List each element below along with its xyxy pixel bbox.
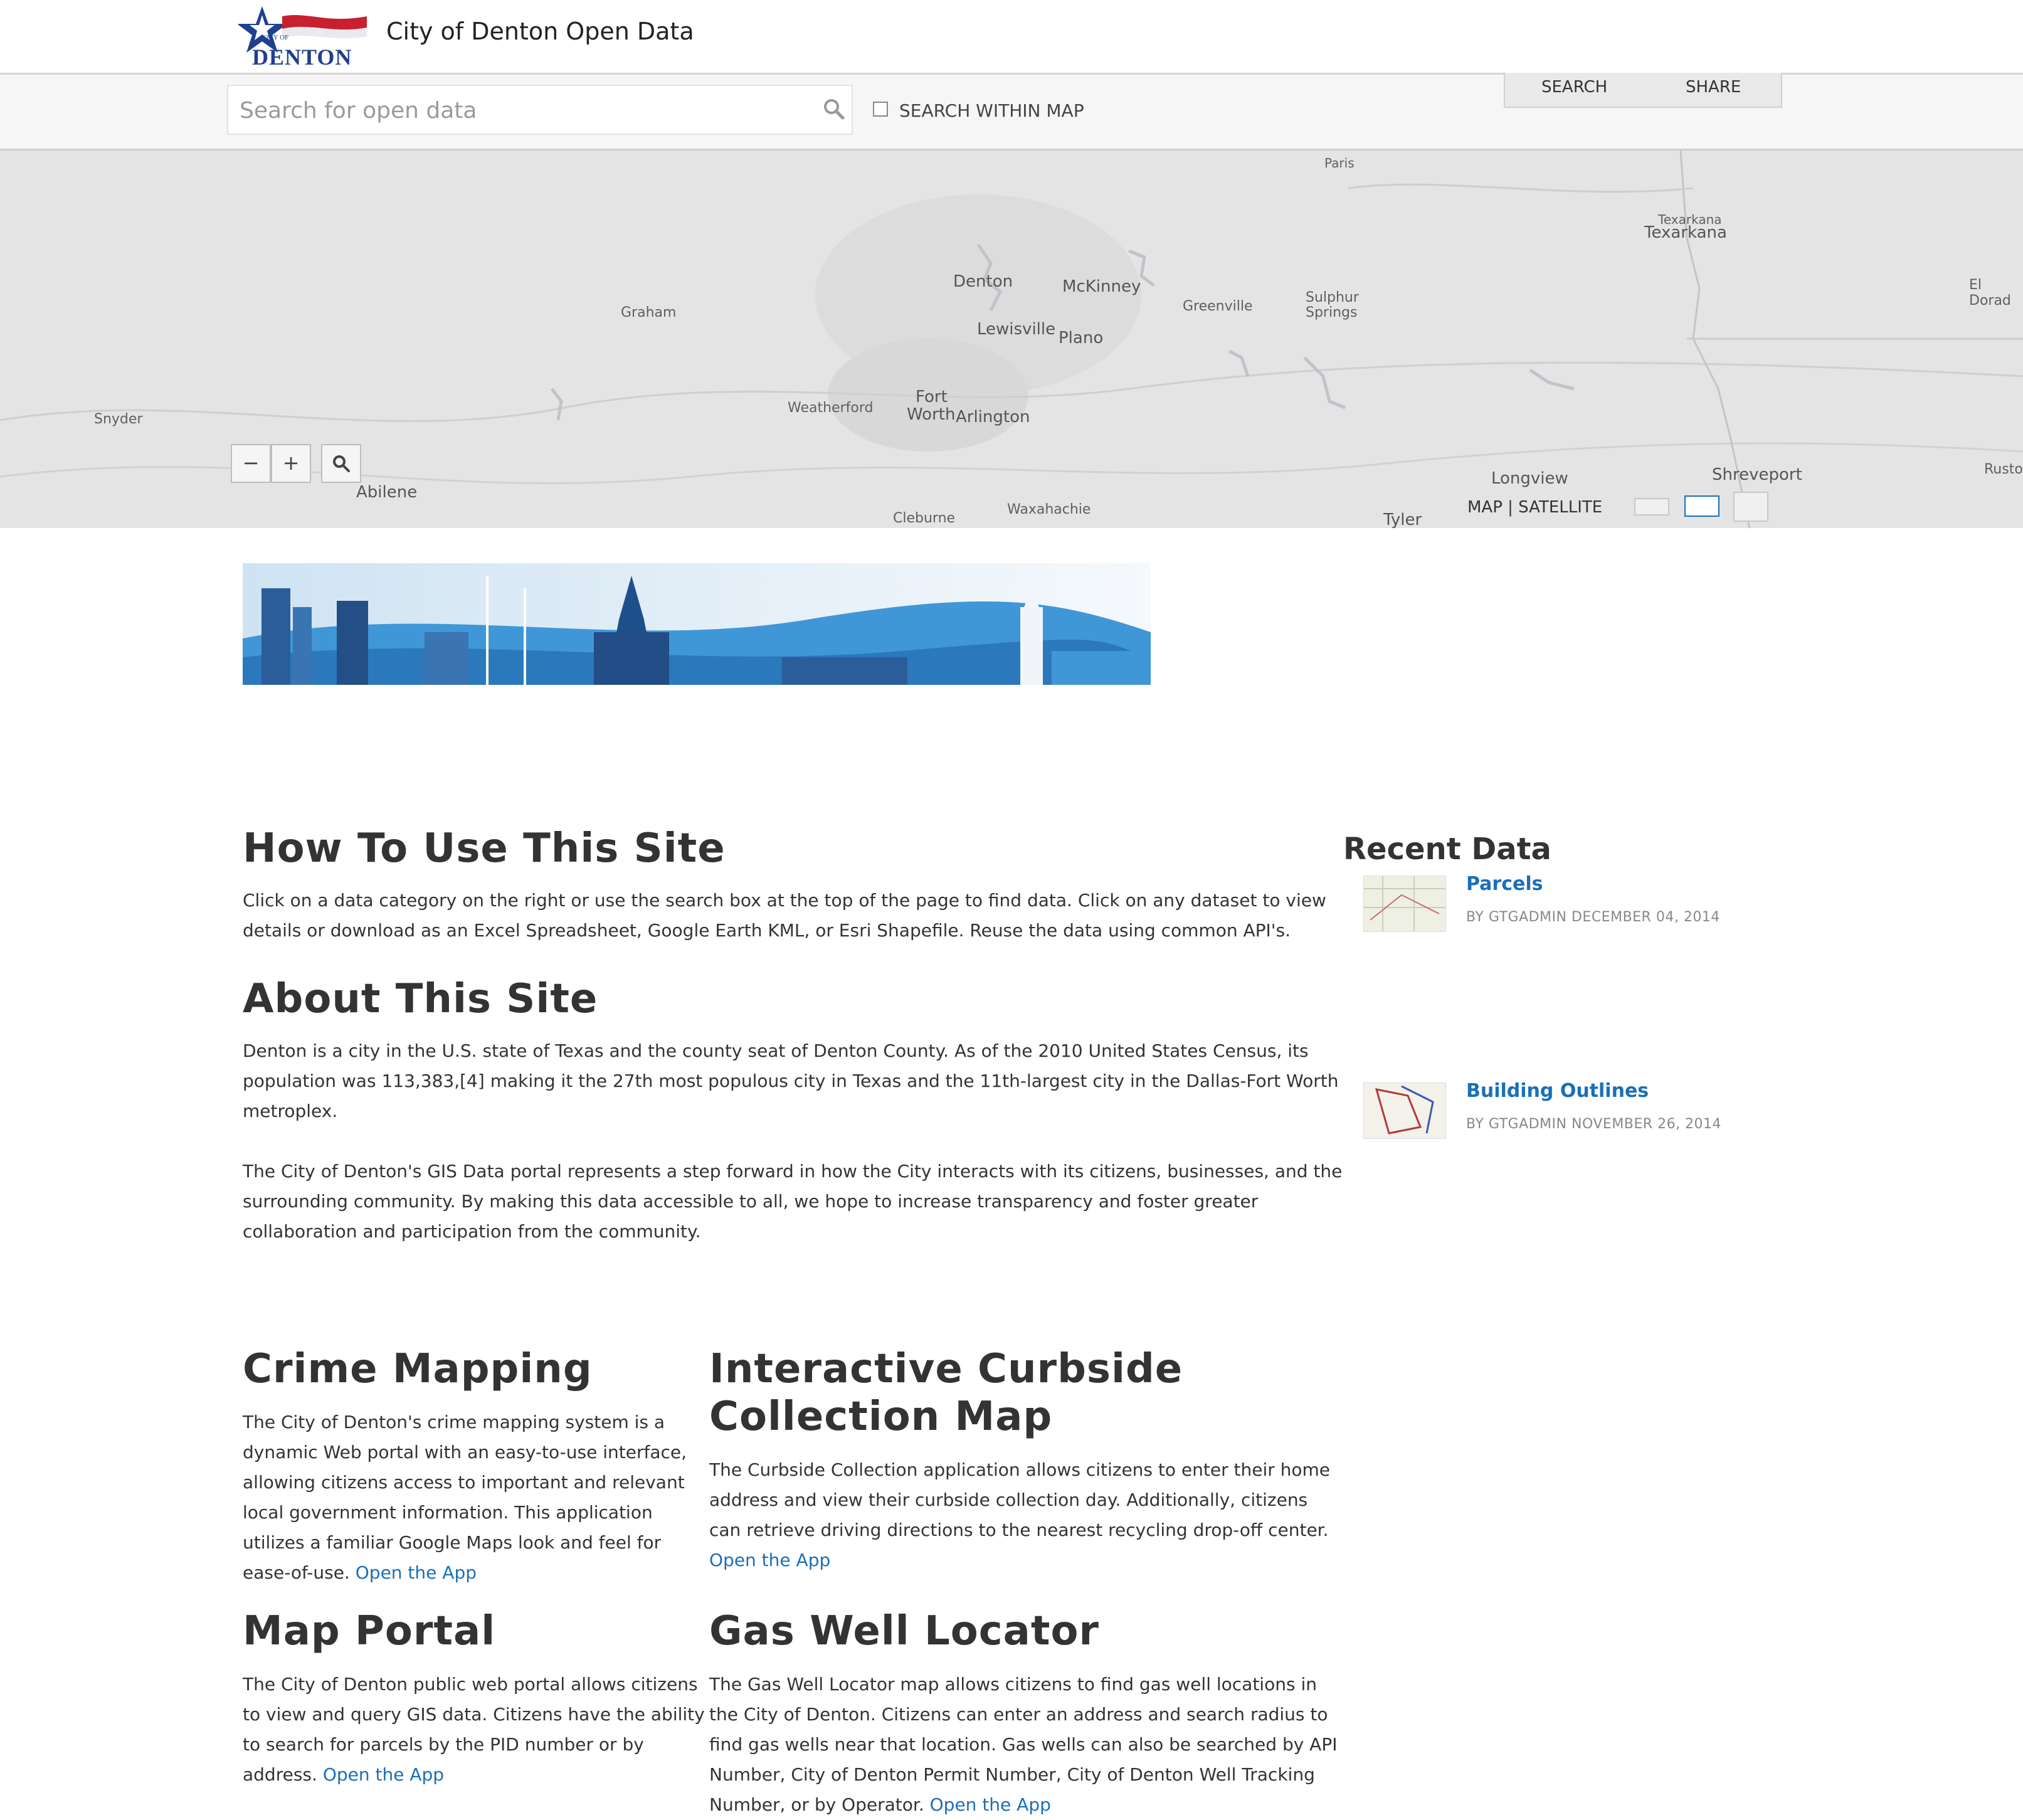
basemap-thumb-light[interactable] xyxy=(1634,498,1669,516)
portal-line-4-text: address. xyxy=(243,1764,317,1785)
map-label-snyder: Snyder xyxy=(94,411,143,427)
recent-data-heading: Recent Data xyxy=(1343,832,1551,867)
crime-line-6-text: ease-of-use. xyxy=(243,1562,350,1583)
map-label-weatherford: Weatherford xyxy=(788,400,874,416)
tab-search[interactable]: SEARCH xyxy=(1541,78,1607,97)
gaswell-line-5-text: Number, or by Operator. xyxy=(709,1794,924,1815)
about-para2-line3: collaboration and participation from the… xyxy=(243,1221,701,1242)
map-label-greenville: Greenville xyxy=(1183,299,1253,314)
map-label-texarkana-2: Texarkana xyxy=(1644,223,1727,242)
map-label-tyler: Tyler xyxy=(1383,511,1422,528)
map-label-plano: Plano xyxy=(1059,329,1104,347)
map-label-ruston: Rusto xyxy=(1984,462,2023,477)
map-label-arlington: Arlington xyxy=(956,408,1030,426)
magnifier-icon xyxy=(333,455,350,472)
gaswell-line-4: Number, City of Denton Permit Number, Ci… xyxy=(709,1764,1315,1785)
parcels-thumbnail[interactable] xyxy=(1363,876,1446,932)
zoom-in-button[interactable]: + xyxy=(271,444,311,483)
curbside-line-3: can retrieve driving directions to the n… xyxy=(709,1520,1329,1540)
map-label-mckinney: McKinney xyxy=(1062,277,1141,296)
curbside-heading-line-1: Interactive Curbside xyxy=(709,1346,1183,1392)
about-para1-line1: Denton is a city in the U.S. state of Te… xyxy=(243,1040,1309,1061)
skyline-banner xyxy=(243,563,1151,685)
gaswell-line-5: Number, or by Operator. Open the App xyxy=(709,1790,1051,1820)
recent-item-parcels-meta: BY GTGADMIN DECEMBER 04, 2014 xyxy=(1466,909,1720,925)
logo-city-of: CITY OF xyxy=(262,34,289,41)
search-within-map-label[interactable]: SEARCH WITHIN MAP xyxy=(899,100,1084,121)
curbside-open-app-link[interactable]: Open the App xyxy=(709,1545,830,1575)
building-outlines-thumbnail[interactable] xyxy=(1363,1082,1446,1139)
portal-line-2: to view and query GIS data. Citizens hav… xyxy=(243,1704,705,1725)
how-to-use-line-2: details or download as an Excel Spreadsh… xyxy=(243,920,1291,941)
portal-line-1: The City of Denton public web portal all… xyxy=(243,1674,698,1695)
portal-line-3: to search for parcels by the PID number … xyxy=(243,1734,644,1755)
map-label-el-dorado: El Dorad xyxy=(1969,277,2011,309)
map-label-worth: Worth xyxy=(907,405,956,424)
crime-line-5: utilizes a familiar Google Maps look and… xyxy=(243,1532,662,1553)
map-label-sulphur: Sulphur xyxy=(1306,290,1359,305)
map-label-abilene: Abilene xyxy=(356,483,418,502)
map-portal-heading: Map Portal xyxy=(243,1608,496,1654)
curbside-line-1: The Curbside Collection application allo… xyxy=(709,1459,1331,1480)
recent-item-building-outlines-meta: BY GTGADMIN NOVEMBER 26, 2014 xyxy=(1466,1116,1722,1132)
crime-line-6: ease-of-use. Open the App xyxy=(243,1558,477,1588)
map-label-shreveport: Shreveport xyxy=(1712,465,1802,484)
crime-line-3: allowing citizens access to important an… xyxy=(243,1472,685,1493)
about-para1-line2: population was 113,383,[4] making it the… xyxy=(243,1071,1339,1091)
zoom-out-button[interactable]: − xyxy=(231,444,271,483)
curbside-line-2: address and view their curbside collecti… xyxy=(709,1489,1308,1510)
crime-mapping-heading: Crime Mapping xyxy=(243,1346,593,1392)
map-label-paris: Paris xyxy=(1324,156,1355,171)
about-heading: About This Site xyxy=(243,976,598,1022)
map-label-fort: Fort xyxy=(916,388,948,406)
gaswell-line-3: find gas wells near that location. Gas w… xyxy=(709,1734,1338,1755)
crime-line-1: The City of Denton's crime mapping syste… xyxy=(243,1412,665,1432)
map-label-graham: Graham xyxy=(621,305,677,320)
map-label-cleburne: Cleburne xyxy=(893,511,956,526)
basemap-toggle[interactable]: MAP | SATELLITE xyxy=(1467,498,1602,517)
portal-open-app-link[interactable]: Open the App xyxy=(323,1764,444,1785)
map-label-longview: Longview xyxy=(1491,469,1568,488)
about-para1-line3: metroplex. xyxy=(243,1101,338,1121)
map-label-lewisville: Lewisville xyxy=(977,320,1056,339)
map-label-waxahachie: Waxahachie xyxy=(1007,502,1091,517)
how-to-use-heading: How To Use This Site xyxy=(243,825,726,872)
search-icon[interactable] xyxy=(821,97,847,122)
site-title[interactable]: City of Denton Open Data xyxy=(386,18,694,45)
map-label-denton: Denton xyxy=(953,272,1013,291)
recent-item-building-outlines[interactable]: Building Outlines xyxy=(1466,1080,1649,1102)
recent-item-parcels[interactable]: Parcels xyxy=(1466,873,1543,895)
crime-line-4: local government information. This appli… xyxy=(243,1502,653,1523)
gaswell-line-2: the City of Denton. Citizens can enter a… xyxy=(709,1704,1328,1725)
map-label-springs: Springs xyxy=(1306,305,1358,320)
map-search-button[interactable] xyxy=(321,444,361,483)
denton-logo[interactable]: CITY OF DENTON xyxy=(237,5,370,70)
about-para2-line2: surrounding community. By making this da… xyxy=(243,1191,1259,1212)
search-within-map-checkbox[interactable] xyxy=(873,102,888,117)
search-input[interactable] xyxy=(238,94,818,127)
basemap-thumb-selected[interactable] xyxy=(1684,495,1719,517)
gaswell-open-app-link[interactable]: Open the App xyxy=(930,1794,1051,1815)
crime-open-app-link[interactable]: Open the App xyxy=(356,1562,477,1583)
portal-line-4: address. Open the App xyxy=(243,1760,444,1790)
how-to-use-line-1: Click on a data category on the right or… xyxy=(243,890,1326,911)
gaswell-line-1: The Gas Well Locator map allows citizens… xyxy=(709,1674,1317,1695)
tab-share[interactable]: SHARE xyxy=(1686,78,1741,97)
crime-line-2: dynamic Web portal with an easy-to-use i… xyxy=(243,1442,687,1463)
curbside-heading-line-2: Collection Map xyxy=(709,1394,1053,1440)
basemap-thumb-satellite[interactable] xyxy=(1733,492,1768,522)
about-para2-line1: The City of Denton's GIS Data portal rep… xyxy=(243,1161,1343,1182)
gas-well-heading: Gas Well Locator xyxy=(709,1608,1099,1654)
logo-denton-text: DENTON xyxy=(252,45,352,70)
